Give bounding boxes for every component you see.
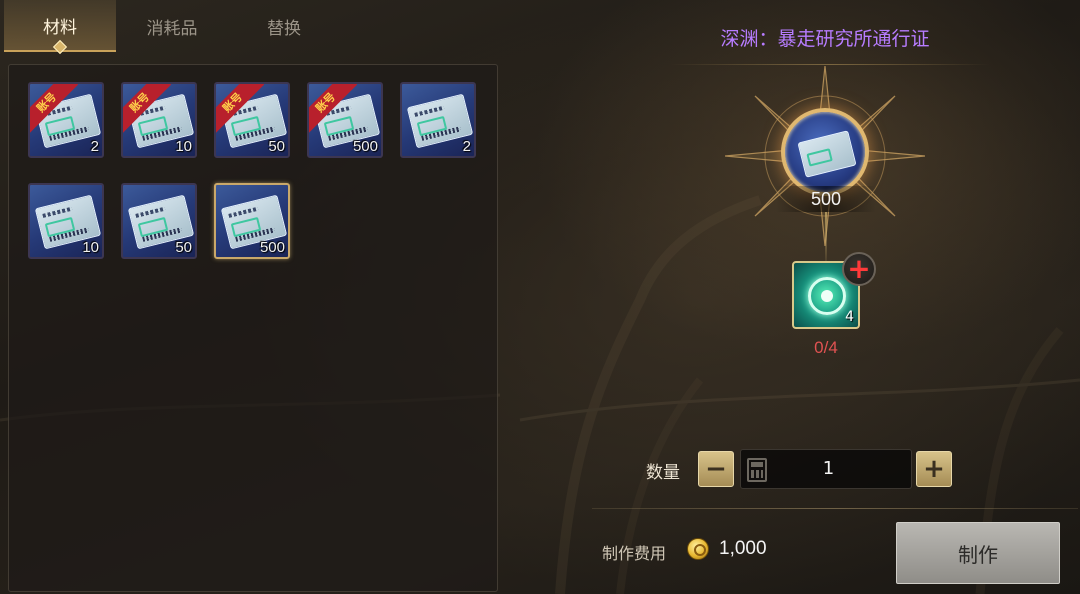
item-count: 500 [259, 239, 285, 256]
quantity-label: 数量 [646, 463, 680, 483]
inventory-item[interactable]: 10 [28, 183, 104, 259]
tab-exchange[interactable]: 替换 [228, 0, 340, 52]
gold-coin-icon [687, 538, 709, 560]
tab-materials[interactable]: 材料 [4, 0, 116, 55]
inventory-item[interactable]: 500 [214, 183, 290, 259]
item-count: 10 [175, 138, 192, 155]
tab-consumables[interactable]: 消耗品 [116, 0, 228, 52]
inventory-item[interactable]: 账号 2 [28, 82, 104, 158]
craft-button-label: 制作 [958, 542, 998, 567]
quantity-input[interactable]: 1 [740, 449, 912, 489]
item-count: 2 [462, 138, 471, 155]
crystal-core-icon [821, 290, 833, 302]
inventory-item[interactable]: 2 [400, 82, 476, 158]
tab-label: 替换 [267, 18, 301, 39]
material-count: 4 [845, 309, 854, 325]
connector-line [825, 212, 827, 262]
product-icon[interactable] [781, 108, 869, 196]
inventory-panel: 账号 2 账号 10 账号 50 账号 500 2 10 50 500 [8, 64, 498, 592]
quantity-increase-button[interactable]: + [916, 451, 952, 487]
quantity-decrease-button[interactable]: − [698, 451, 734, 487]
minus-icon: − [705, 454, 727, 484]
craft-button[interactable]: 制作 [896, 522, 1060, 584]
inventory-item[interactable]: 账号 500 [307, 82, 383, 158]
plus-icon: + [923, 454, 945, 484]
item-count: 10 [82, 239, 99, 256]
cost-value: 1,000 [719, 538, 767, 559]
product-count: 500 [776, 186, 876, 212]
cost-label: 制作费用 [602, 544, 667, 563]
divider [592, 508, 1078, 509]
tab-bar: 材料 消耗品 替换 [4, 0, 340, 55]
pass-card-icon [797, 130, 857, 178]
quantity-value: 1 [822, 458, 835, 479]
tab-label: 材料 [43, 17, 77, 38]
item-count: 500 [352, 138, 378, 155]
inventory-item[interactable]: 账号 50 [214, 82, 290, 158]
divider [670, 64, 990, 65]
material-progress: 0/4 [814, 338, 838, 357]
item-count: 2 [90, 138, 99, 155]
inventory-item[interactable]: 账号 10 [121, 82, 197, 158]
active-tab-indicator [52, 39, 68, 55]
item-count: 50 [175, 239, 192, 256]
item-count: 50 [268, 138, 285, 155]
add-material-button[interactable]: + [842, 252, 876, 286]
plus-icon: + [847, 252, 871, 285]
recipe-title: 深渊：暴走研究所通行证 [720, 28, 930, 50]
tab-label: 消耗品 [146, 18, 198, 39]
inventory-item[interactable]: 50 [121, 183, 197, 259]
calculator-icon[interactable] [747, 458, 767, 482]
